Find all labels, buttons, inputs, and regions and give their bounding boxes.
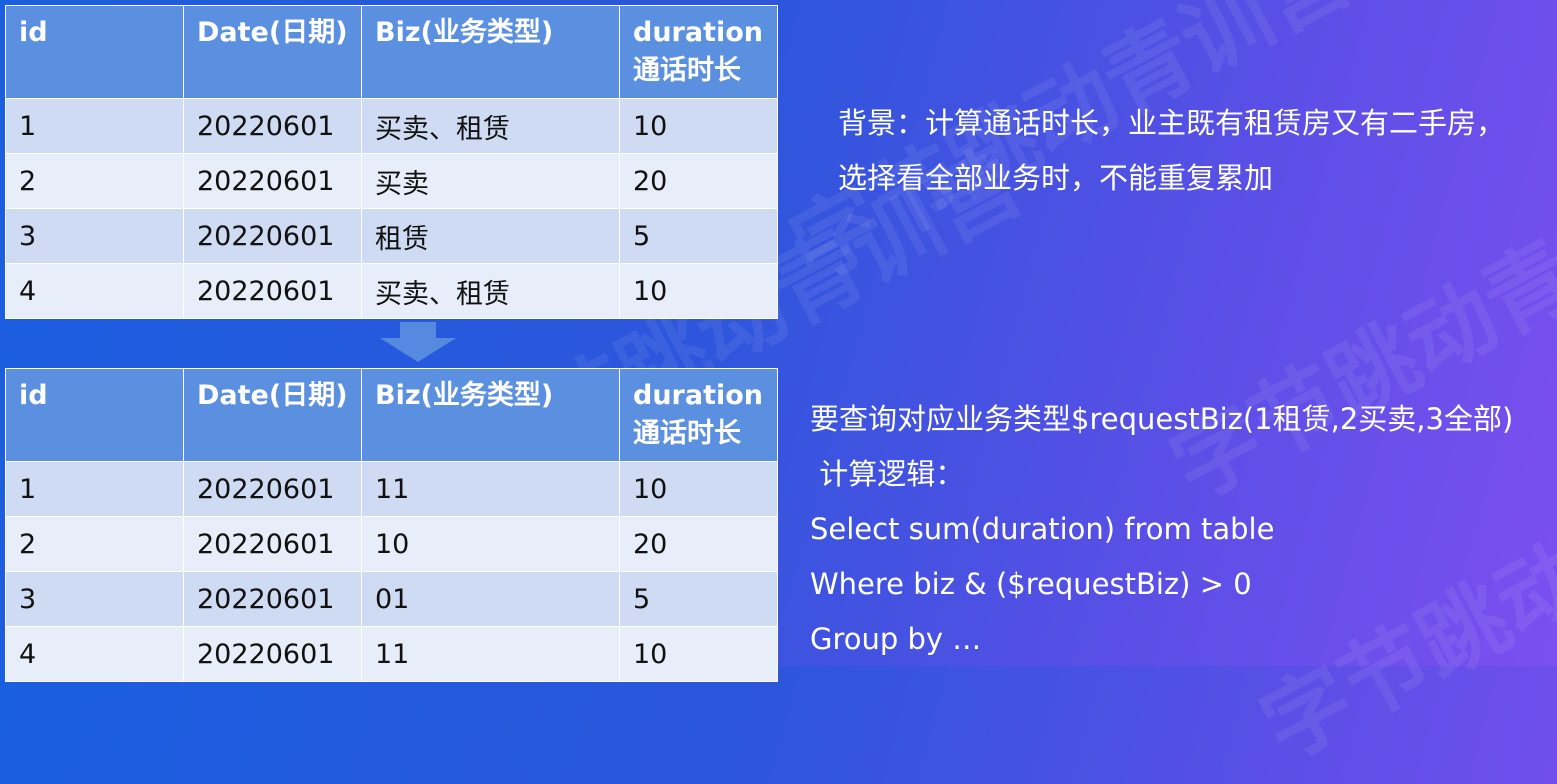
cell-duration: 10 bbox=[619, 461, 778, 517]
cell-duration: 10 bbox=[619, 626, 778, 682]
cell-duration: 5 bbox=[619, 571, 778, 627]
cell-date: 20220601 bbox=[183, 153, 362, 209]
cell-duration: 10 bbox=[619, 263, 778, 319]
cell-biz: 11 bbox=[361, 461, 620, 517]
column-header-duration: duration 通话时长 bbox=[619, 368, 778, 462]
column-header-date: Date(日期) bbox=[183, 368, 362, 462]
table-header-row: id Date(日期) Biz(业务类型) duration 通话时长 bbox=[5, 5, 778, 99]
cell-duration: 20 bbox=[619, 516, 778, 572]
cell-duration: 5 bbox=[619, 208, 778, 264]
cell-id: 4 bbox=[5, 263, 184, 319]
cell-date: 20220601 bbox=[183, 263, 362, 319]
table-row: 1 20220601 11 10 bbox=[5, 461, 778, 517]
sql-select-line: Select sum(duration) from table bbox=[810, 512, 1275, 546]
table-row: 3 20220601 01 5 bbox=[5, 571, 778, 627]
logic-note-line: 计算逻辑： bbox=[810, 457, 965, 491]
column-header-duration-line1: duration bbox=[633, 380, 764, 411]
cell-date: 20220601 bbox=[183, 626, 362, 682]
column-header-biz: Biz(业务类型) bbox=[361, 368, 620, 462]
column-header-duration-line1: duration bbox=[633, 17, 764, 48]
cell-id: 4 bbox=[5, 626, 184, 682]
column-header-duration-line2: 通话时长 bbox=[633, 55, 741, 86]
cell-biz: 买卖 bbox=[361, 153, 620, 209]
cell-biz: 01 bbox=[361, 571, 620, 627]
background-note-line: 选择看全部业务时，不能重复累加 bbox=[838, 161, 1274, 195]
table-row: 4 20220601 买卖、租赁 10 bbox=[5, 263, 778, 319]
cell-biz: 10 bbox=[361, 516, 620, 572]
cell-date: 20220601 bbox=[183, 571, 362, 627]
cell-duration: 10 bbox=[619, 98, 778, 154]
cell-biz: 买卖、租赁 bbox=[361, 263, 620, 319]
column-header-duration: duration 通话时长 bbox=[619, 5, 778, 99]
table-row: 4 20220601 11 10 bbox=[5, 626, 778, 682]
cell-id: 2 bbox=[5, 516, 184, 572]
table-header-row: id Date(日期) Biz(业务类型) duration 通话时长 bbox=[5, 368, 778, 462]
cell-id: 2 bbox=[5, 153, 184, 209]
cell-id: 3 bbox=[5, 571, 184, 627]
down-arrow-icon bbox=[380, 322, 456, 362]
cell-duration: 20 bbox=[619, 153, 778, 209]
background-note: 背景：计算通话时长，业主既有租赁房又有二手房， 选择看全部业务时，不能重复累加 bbox=[838, 96, 1505, 206]
table-row: 2 20220601 买卖 20 bbox=[5, 153, 778, 209]
background-note-line: 背景：计算通话时长，业主既有租赁房又有二手房， bbox=[838, 106, 1506, 140]
table-row: 3 20220601 租赁 5 bbox=[5, 208, 778, 264]
table-row: 2 20220601 10 20 bbox=[5, 516, 778, 572]
logic-note-line: 要查询对应业务类型$requestBiz(1租赁,2买卖,3全部) bbox=[810, 402, 1514, 436]
cell-id: 1 bbox=[5, 461, 184, 517]
logic-note: 要查询对应业务类型$requestBiz(1租赁,2买卖,3全部) 计算逻辑： … bbox=[810, 392, 1513, 667]
table-row: 1 20220601 买卖、租赁 10 bbox=[5, 98, 778, 154]
table-bottom: id Date(日期) Biz(业务类型) duration 通话时长 1 20… bbox=[5, 368, 778, 682]
table-top: id Date(日期) Biz(业务类型) duration 通话时长 1 20… bbox=[5, 5, 778, 319]
sql-where-line: Where biz & ($requestBiz) > 0 bbox=[810, 567, 1252, 601]
sql-group-line: Group by … bbox=[810, 622, 982, 656]
cell-date: 20220601 bbox=[183, 98, 362, 154]
column-header-duration-line2: 通话时长 bbox=[633, 418, 741, 449]
cell-id: 3 bbox=[5, 208, 184, 264]
cell-biz: 11 bbox=[361, 626, 620, 682]
cell-date: 20220601 bbox=[183, 208, 362, 264]
cell-date: 20220601 bbox=[183, 516, 362, 572]
column-header-id: id bbox=[5, 5, 184, 99]
column-header-date: Date(日期) bbox=[183, 5, 362, 99]
cell-date: 20220601 bbox=[183, 461, 362, 517]
cell-biz: 租赁 bbox=[361, 208, 620, 264]
column-header-id: id bbox=[5, 368, 184, 462]
cell-biz: 买卖、租赁 bbox=[361, 98, 620, 154]
cell-id: 1 bbox=[5, 98, 184, 154]
column-header-biz: Biz(业务类型) bbox=[361, 5, 620, 99]
